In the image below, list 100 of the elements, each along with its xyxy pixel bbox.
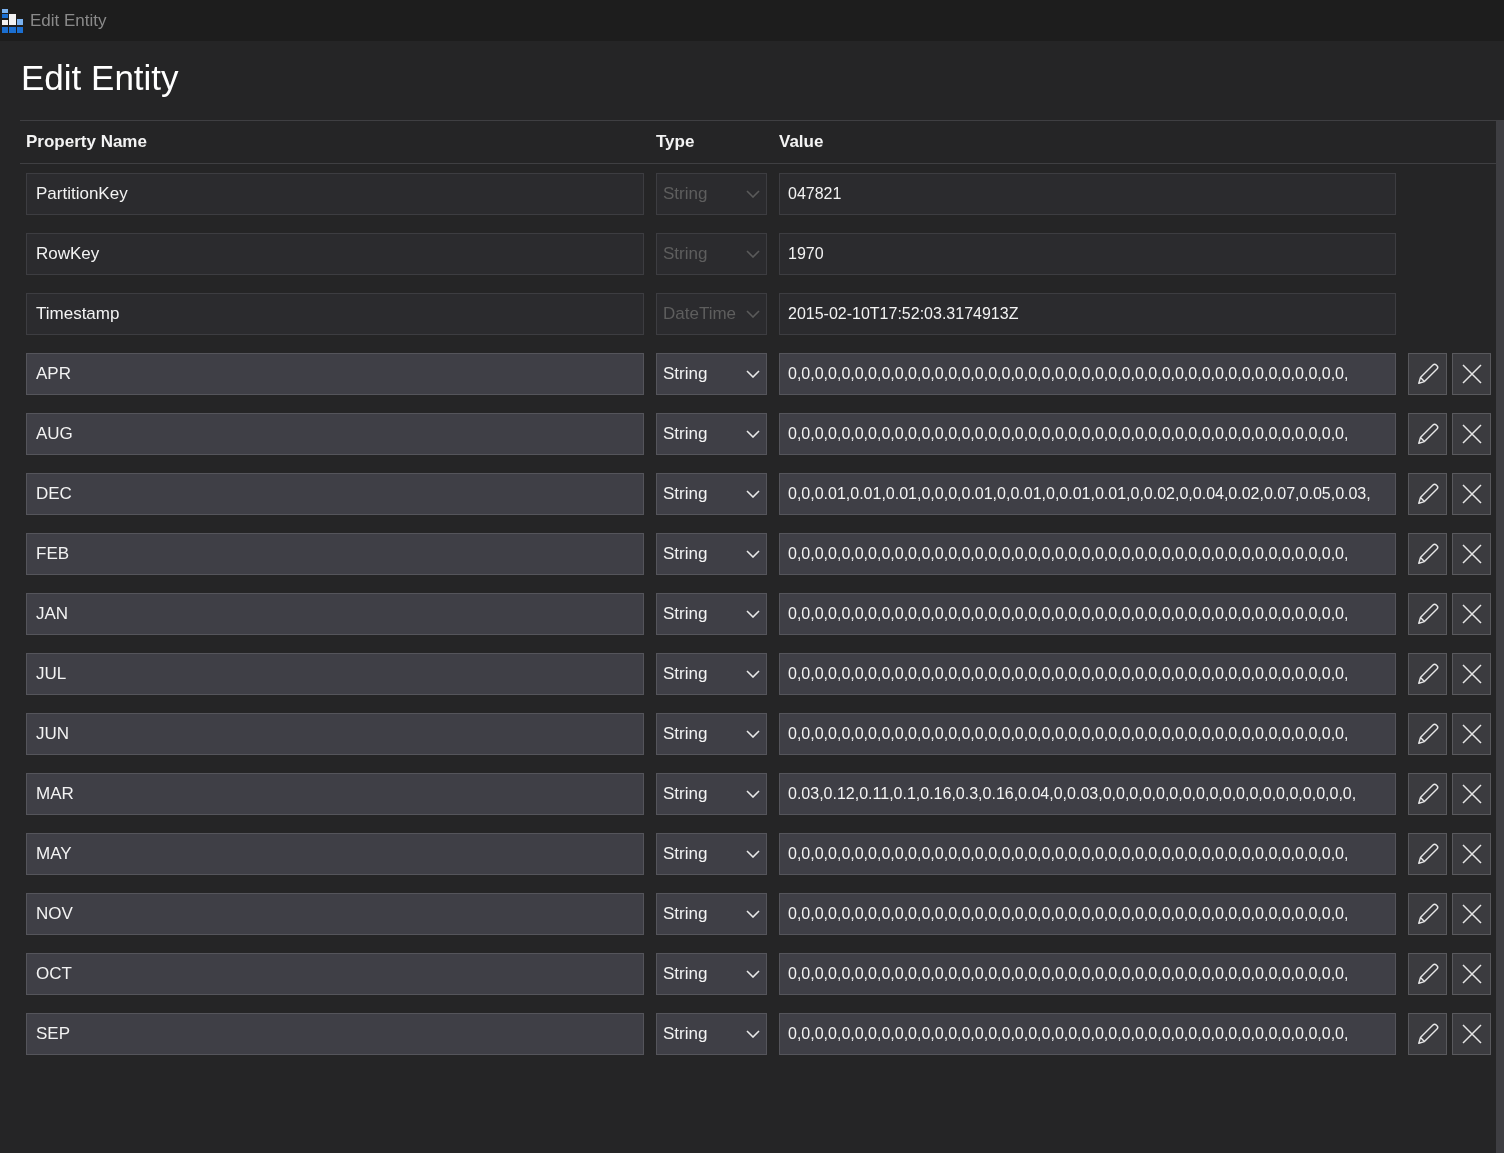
type-dropdown[interactable]: String xyxy=(656,773,767,815)
value-field[interactable]: 0.03,0.12,0.11,0.1,0.16,0.3,0.16,0.04,0,0.03,0,0,0,0,0,0,0,0,0,0,0,0,0,0,0,0,0,0,0, xyxy=(779,773,1396,815)
edit-button[interactable] xyxy=(1408,413,1447,455)
chevron-down-icon xyxy=(746,970,760,978)
chevron-down-icon xyxy=(746,1030,760,1038)
edit-button[interactable] xyxy=(1408,713,1447,755)
edit-button[interactable] xyxy=(1408,1013,1447,1055)
delete-button[interactable] xyxy=(1452,773,1491,815)
property-name-field[interactable]: JUL xyxy=(26,653,644,695)
delete-button[interactable] xyxy=(1452,713,1491,755)
cross-icon xyxy=(1461,964,1482,984)
page-heading: Edit Entity xyxy=(21,58,179,98)
value-field[interactable]: 047821 xyxy=(779,173,1396,215)
type-dropdown[interactable]: String xyxy=(656,533,767,575)
value-field[interactable]: 0,0,0,0,0,0,0,0,0,0,0,0,0,0,0,0,0,0,0,0,0,0,0,0,0,0,0,0,0,0,0,0,0,0,0,0,0,0,0,0,0,0, xyxy=(779,833,1396,875)
type-dropdown[interactable]: String xyxy=(656,413,767,455)
type-dropdown[interactable]: String xyxy=(656,593,767,635)
property-name-field[interactable]: DEC xyxy=(26,473,644,515)
edit-button[interactable] xyxy=(1408,533,1447,575)
cross-icon xyxy=(1461,844,1482,864)
cross-icon xyxy=(1461,904,1482,924)
scrollbar[interactable] xyxy=(1496,121,1504,1153)
type-dropdown[interactable]: String xyxy=(656,893,767,935)
property-name-field[interactable]: JAN xyxy=(26,593,644,635)
edit-button[interactable] xyxy=(1408,773,1447,815)
property-name-field[interactable]: JUN xyxy=(26,713,644,755)
type-dropdown[interactable]: String xyxy=(656,653,767,695)
chevron-down-icon xyxy=(746,790,760,798)
property-name-field[interactable]: SEP xyxy=(26,1013,644,1055)
window-title: Edit Entity xyxy=(30,10,107,31)
cross-icon xyxy=(1461,604,1482,624)
type-dropdown[interactable]: String xyxy=(656,953,767,995)
type-dropdown[interactable]: String xyxy=(656,713,767,755)
chevron-down-icon xyxy=(746,730,760,738)
value-field[interactable]: 0,0,0.01,0.01,0.01,0,0,0,0.01,0,0.01,0,0.01,0.01,0,0.02,0,0.04,0.02,0.07,0.05,0.03, xyxy=(779,473,1396,515)
property-name-field[interactable]: MAR xyxy=(26,773,644,815)
table-app-icon xyxy=(2,8,23,33)
cross-icon xyxy=(1461,784,1482,804)
value-field[interactable]: 0,0,0,0,0,0,0,0,0,0,0,0,0,0,0,0,0,0,0,0,0,0,0,0,0,0,0,0,0,0,0,0,0,0,0,0,0,0,0,0,0,0, xyxy=(779,953,1396,995)
property-name-field[interactable]: RowKey xyxy=(26,233,644,275)
cross-icon xyxy=(1461,1024,1482,1044)
delete-button[interactable] xyxy=(1452,833,1491,875)
property-name-field[interactable]: PartitionKey xyxy=(26,173,644,215)
type-dropdown[interactable]: String xyxy=(656,1013,767,1055)
chevron-down-icon xyxy=(746,610,760,618)
delete-button[interactable] xyxy=(1452,1013,1491,1055)
property-name-field[interactable]: APR xyxy=(26,353,644,395)
property-name-field[interactable]: FEB xyxy=(26,533,644,575)
type-dropdown[interactable]: String xyxy=(656,353,767,395)
value-field[interactable]: 0,0,0,0,0,0,0,0,0,0,0,0,0,0,0,0,0,0,0,0,0,0,0,0,0,0,0,0,0,0,0,0,0,0,0,0,0,0,0,0,0,0, xyxy=(779,413,1396,455)
value-field[interactable]: 0,0,0,0,0,0,0,0,0,0,0,0,0,0,0,0,0,0,0,0,0,0,0,0,0,0,0,0,0,0,0,0,0,0,0,0,0,0,0,0,0,0, xyxy=(779,893,1396,935)
cross-icon xyxy=(1461,664,1482,684)
delete-button[interactable] xyxy=(1452,893,1491,935)
value-field[interactable]: 0,0,0,0,0,0,0,0,0,0,0,0,0,0,0,0,0,0,0,0,0,0,0,0,0,0,0,0,0,0,0,0,0,0,0,0,0,0,0,0,0,0, xyxy=(779,713,1396,755)
cross-icon xyxy=(1461,484,1482,504)
type-dropdown[interactable]: String xyxy=(656,473,767,515)
chevron-down-icon xyxy=(746,550,760,558)
value-field[interactable]: 0,0,0,0,0,0,0,0,0,0,0,0,0,0,0,0,0,0,0,0,0,0,0,0,0,0,0,0,0,0,0,0,0,0,0,0,0,0,0,0,0,0, xyxy=(779,593,1396,635)
value-field[interactable]: 0,0,0,0,0,0,0,0,0,0,0,0,0,0,0,0,0,0,0,0,0,0,0,0,0,0,0,0,0,0,0,0,0,0,0,0,0,0,0,0,0,0, xyxy=(779,353,1396,395)
edit-button[interactable] xyxy=(1408,833,1447,875)
property-name-field[interactable]: MAY xyxy=(26,833,644,875)
cross-icon xyxy=(1461,364,1482,384)
property-name-field[interactable]: AUG xyxy=(26,413,644,455)
column-header: Property Name xyxy=(26,132,147,152)
delete-button[interactable] xyxy=(1452,533,1491,575)
edit-button[interactable] xyxy=(1408,953,1447,995)
column-header: Value xyxy=(779,132,824,152)
edit-button[interactable] xyxy=(1408,353,1447,395)
delete-button[interactable] xyxy=(1452,953,1491,995)
value-field[interactable]: 2015-02-10T17:52:03.3174913Z xyxy=(779,293,1396,335)
property-name-field[interactable]: OCT xyxy=(26,953,644,995)
delete-button[interactable] xyxy=(1452,413,1491,455)
delete-button[interactable] xyxy=(1452,353,1491,395)
chevron-down-icon xyxy=(746,670,760,678)
value-field[interactable]: 0,0,0,0,0,0,0,0,0,0,0,0,0,0,0,0,0,0,0,0,0,0,0,0,0,0,0,0,0,0,0,0,0,0,0,0,0,0,0,0,0,0, xyxy=(779,1013,1396,1055)
cross-icon xyxy=(1461,424,1482,444)
chevron-down-icon xyxy=(746,430,760,438)
delete-button[interactable] xyxy=(1452,593,1491,635)
chevron-down-icon xyxy=(746,910,760,918)
delete-button[interactable] xyxy=(1452,653,1491,695)
value-field[interactable]: 0,0,0,0,0,0,0,0,0,0,0,0,0,0,0,0,0,0,0,0,0,0,0,0,0,0,0,0,0,0,0,0,0,0,0,0,0,0,0,0,0,0, xyxy=(779,653,1396,695)
property-name-field[interactable]: Timestamp xyxy=(26,293,644,335)
cross-icon xyxy=(1461,544,1482,564)
edit-button[interactable] xyxy=(1408,893,1447,935)
type-dropdown[interactable]: String xyxy=(656,833,767,875)
cross-icon xyxy=(1461,724,1482,744)
edit-button[interactable] xyxy=(1408,473,1447,515)
delete-button[interactable] xyxy=(1452,473,1491,515)
edit-button[interactable] xyxy=(1408,653,1447,695)
chevron-down-icon xyxy=(746,310,760,318)
chevron-down-icon xyxy=(746,490,760,498)
value-field[interactable]: 1970 xyxy=(779,233,1396,275)
chevron-down-icon xyxy=(746,370,760,378)
column-header: Type xyxy=(656,132,695,152)
chevron-down-icon xyxy=(746,850,760,858)
value-field[interactable]: 0,0,0,0,0,0,0,0,0,0,0,0,0,0,0,0,0,0,0,0,0,0,0,0,0,0,0,0,0,0,0,0,0,0,0,0,0,0,0,0,0,0, xyxy=(779,533,1396,575)
edit-button[interactable] xyxy=(1408,593,1447,635)
chevron-down-icon xyxy=(746,250,760,258)
property-name-field[interactable]: NOV xyxy=(26,893,644,935)
chevron-down-icon xyxy=(746,190,760,198)
